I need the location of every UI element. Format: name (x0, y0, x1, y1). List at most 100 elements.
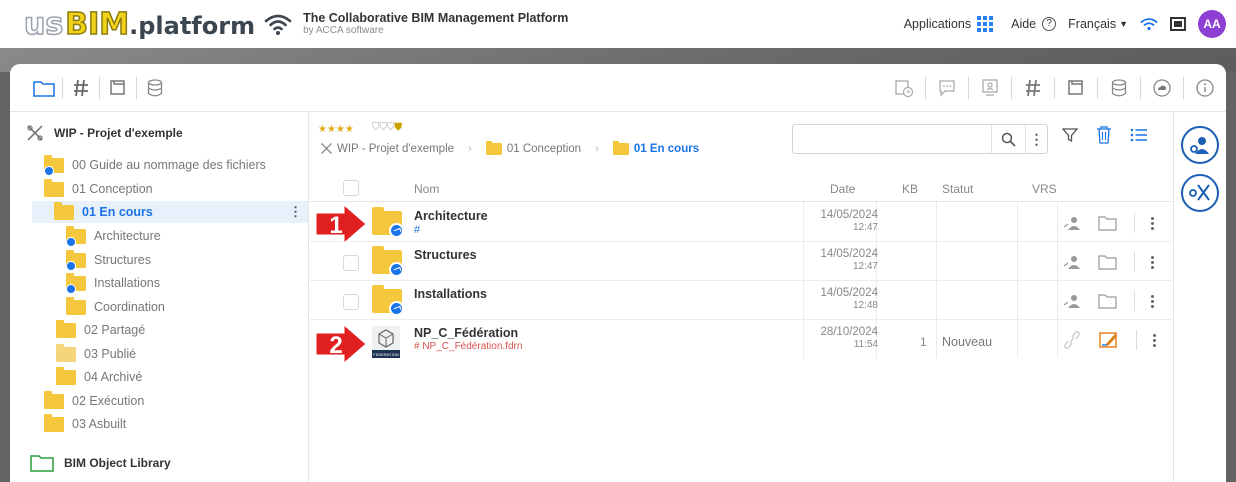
column-kb[interactable]: KB (902, 182, 918, 196)
breadcrumb-level1[interactable]: 01 Conception (507, 143, 581, 155)
more-options-icon[interactable] (1153, 333, 1157, 347)
search-input[interactable] (793, 125, 991, 153)
open-folder-icon[interactable] (1098, 293, 1118, 309)
hash-view-button[interactable] (63, 73, 99, 103)
bim-object-library[interactable]: BIM Object Library (30, 454, 171, 472)
column-vrs[interactable]: VRS (1032, 182, 1057, 196)
row-tag: # (414, 224, 421, 236)
open-folder-icon[interactable] (1098, 215, 1118, 231)
breadcrumb-current[interactable]: 01 En cours (634, 143, 699, 155)
edit-model-icon[interactable] (1098, 330, 1120, 350)
share-users-icon[interactable] (1062, 215, 1082, 231)
row-name[interactable]: Installations (414, 287, 487, 301)
database-button[interactable] (1098, 73, 1140, 103)
tree-item-label: Installations (94, 276, 161, 290)
database-view-button[interactable] (137, 73, 173, 103)
calendar-button[interactable] (883, 73, 925, 103)
more-options-icon[interactable] (1151, 216, 1155, 230)
language-select[interactable]: Français ▼ (1068, 17, 1128, 31)
tree-item-coordination[interactable]: Coordination (66, 296, 296, 318)
fullscreen-icon[interactable] (1170, 17, 1186, 31)
folder-icon (44, 178, 64, 197)
row-date-day: 14/05/2024 (820, 248, 878, 260)
search-options-icon[interactable]: ⋮ (1025, 125, 1047, 153)
row-status: Nouveau (942, 335, 993, 349)
logo-bim: BIM (64, 6, 130, 43)
applications-menu[interactable]: Applications (904, 16, 994, 32)
breadcrumb-root[interactable]: WIP - Projet d'exemple (337, 143, 454, 155)
tree-item-architecture[interactable]: Architecture (66, 225, 296, 247)
link-icon[interactable] (1062, 331, 1082, 349)
pane-tools (1062, 126, 1148, 144)
hash-icon (74, 79, 88, 96)
tree-root[interactable]: WIP - Projet d'exemple (26, 124, 183, 142)
table-row[interactable]: FEDERATION NP_C_Fédération # NP_C_Fédéra… (310, 320, 1172, 360)
presentation-button[interactable] (969, 73, 1011, 103)
hash-filter-button[interactable] (1012, 73, 1054, 103)
model-icon (110, 79, 125, 95)
tree-item-03-publie[interactable]: 03 Publié (56, 343, 296, 365)
row-checkbox[interactable] (343, 294, 359, 310)
row-date-time: 11:54 (853, 339, 878, 351)
model-button[interactable] (1055, 73, 1097, 103)
select-all-checkbox[interactable] (343, 180, 359, 196)
open-folder-icon[interactable] (1098, 254, 1118, 270)
folder-icon (612, 140, 629, 155)
row-name[interactable]: Structures (414, 248, 477, 262)
tree-item-03-asbuilt[interactable]: 03 Asbuilt (44, 413, 304, 435)
row-date: 28/10/2024 11:54 (820, 325, 878, 352)
row-actions (1062, 330, 1157, 350)
tree-item-02-execution[interactable]: 02 Exécution (44, 390, 304, 412)
row-name[interactable]: NP_C_Fédération (414, 326, 518, 340)
trash-icon[interactable] (1096, 126, 1112, 144)
bim-tools-button[interactable] (1181, 174, 1219, 212)
more-options-icon[interactable] (1151, 294, 1155, 308)
column-name[interactable]: Nom (414, 182, 439, 196)
tree-item-structures[interactable]: Structures (66, 249, 296, 271)
tree-item-label: Structures (94, 253, 151, 267)
row-name[interactable]: Architecture (414, 209, 488, 223)
share-users-icon[interactable] (1062, 254, 1082, 270)
model-view-button[interactable] (100, 73, 136, 103)
cloud-button[interactable] (1141, 73, 1183, 103)
federation-caption: FEDERATION (373, 352, 399, 357)
tree-item-label: 02 Partagé (84, 323, 146, 337)
connection-wifi-icon[interactable] (1140, 17, 1158, 31)
tree-item-01-conception[interactable]: 01 Conception (44, 178, 304, 200)
list-view-icon[interactable] (1130, 127, 1148, 143)
column-status[interactable]: Statut (942, 182, 973, 196)
bim-object-library-label: BIM Object Library (64, 456, 171, 470)
tree-item-label: 00 Guide au nommage des fichiers (72, 158, 266, 172)
tree-item-installations[interactable]: Installations (66, 272, 296, 294)
column-date[interactable]: Date (830, 182, 855, 196)
table-row[interactable]: Structures 14/05/2024 12:47 (310, 242, 1172, 281)
info-button[interactable] (1184, 73, 1226, 103)
tree-item-00-guide[interactable]: 00 Guide au nommage des fichiers (44, 154, 304, 176)
more-options-icon[interactable]: ⋮ (289, 204, 302, 220)
user-settings-button[interactable] (1181, 126, 1219, 164)
filter-icon[interactable] (1062, 127, 1078, 143)
breadcrumb: WIP - Projet d'exemple › 01 Conception ›… (320, 140, 699, 155)
more-options-icon[interactable] (1151, 255, 1155, 269)
avatar[interactable]: AA (1198, 10, 1226, 38)
row-checkbox[interactable] (343, 255, 359, 271)
logo-platform: .platform (129, 11, 256, 40)
usbim-logo[interactable]: us BIM .platform (23, 6, 256, 43)
comments-button[interactable] (926, 73, 968, 103)
folder-published-icon (56, 343, 76, 362)
tree-item-04-archive[interactable]: 04 Archivé (56, 366, 296, 388)
presentation-icon (982, 79, 998, 96)
marker-number: 2 (329, 332, 342, 359)
share-users-icon[interactable] (1062, 293, 1082, 309)
table-row[interactable]: Architecture # 14/05/2024 12:47 (310, 203, 1172, 242)
row-date-day: 14/05/2024 (820, 209, 878, 221)
breadcrumb-separator: › (468, 142, 472, 155)
tree-item-02-partage[interactable]: 02 Partagé (56, 319, 296, 341)
row-date-day: 28/10/2024 (820, 326, 878, 338)
folder-view-button[interactable] (26, 73, 62, 103)
row-file[interactable]: # NP_C_Fédération.fdrn (414, 341, 522, 352)
help-menu[interactable]: Aide ? (1011, 17, 1057, 31)
tree-item-01-en-cours[interactable]: 01 En cours ⋮ (32, 201, 308, 223)
table-row[interactable]: Installations 14/05/2024 12:48 (310, 281, 1172, 320)
search-button[interactable] (991, 125, 1025, 153)
